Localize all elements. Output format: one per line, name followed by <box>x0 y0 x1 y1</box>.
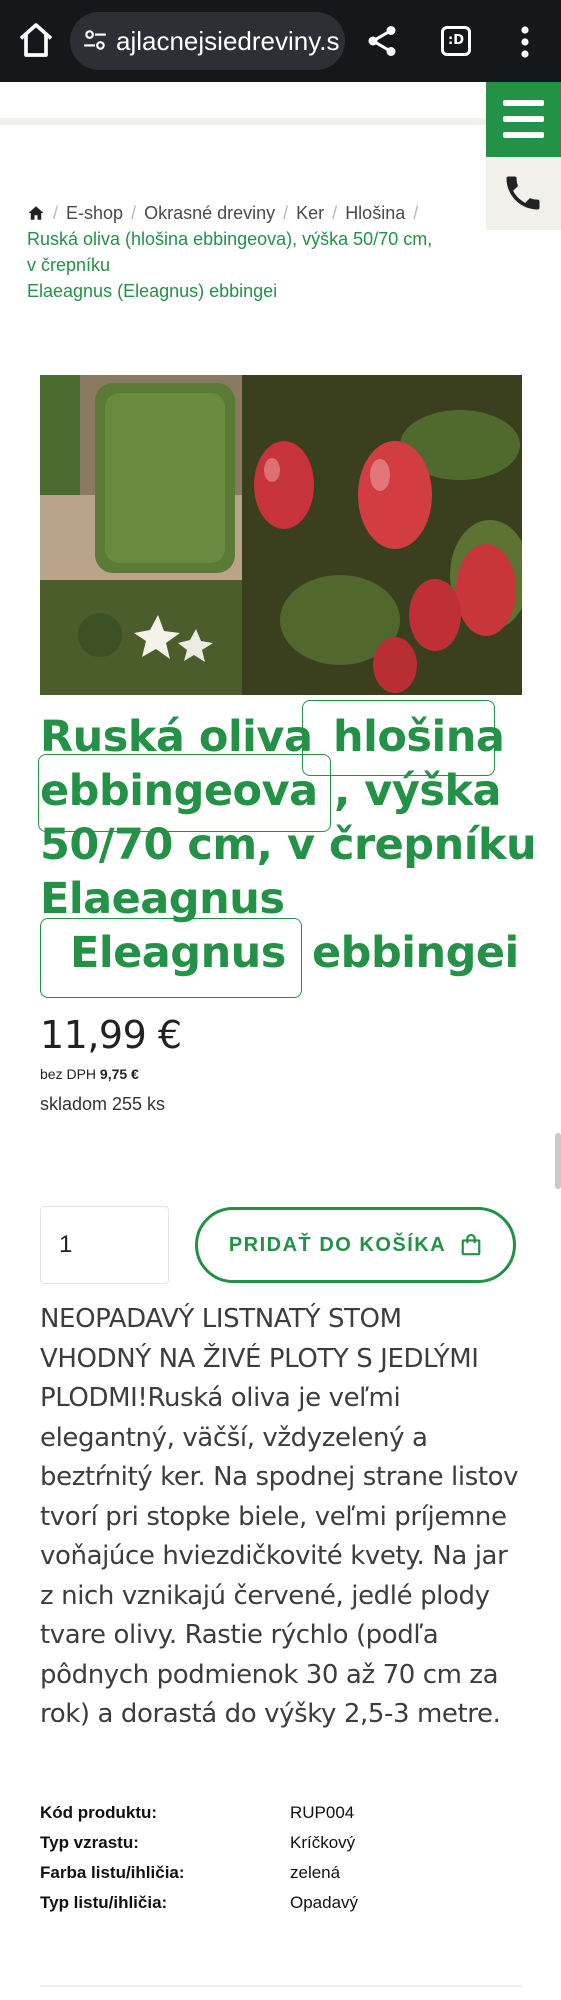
hamburger-icon <box>503 132 544 138</box>
breadcrumb-separator: / <box>413 203 419 223</box>
hamburger-icon <box>503 100 544 106</box>
add-to-cart-button[interactable]: PRIDAŤ DO KOŠÍKA <box>195 1207 516 1283</box>
price-without-vat: bez DPH 9,75 € <box>40 1066 139 1082</box>
site-header <box>0 82 561 122</box>
vat-price: 9,75 € <box>99 1066 139 1082</box>
title-text: 50/70 cm, v črepníku <box>40 820 537 870</box>
product-price: 11,99 € <box>40 1013 182 1057</box>
spec-row: Kód produktu: RUP004 <box>40 1798 520 1828</box>
spec-label: Typ vzrastu: <box>40 1833 139 1852</box>
phone-icon <box>506 176 540 210</box>
breadcrumb-item-eshop[interactable]: E-shop <box>66 200 123 226</box>
title-text: hlošina <box>333 712 505 762</box>
product-description: NEOPADAVÝ LISTNATÝ STOM VHODNÝ NA ŽIVÉ P… <box>40 1304 519 1729</box>
spec-row: Typ vzrastu: Kríčkový <box>40 1828 520 1858</box>
spec-row: Typ listu/ihličia: Opadavý <box>40 1888 520 1918</box>
url-text[interactable]: ajlacnejsiedreviny.sk <box>116 24 341 58</box>
title-text: Eleagnus <box>70 928 286 978</box>
title-text: , výška <box>334 766 502 816</box>
product-photo-collage <box>40 375 522 695</box>
home-icon[interactable] <box>16 20 56 60</box>
browser-toolbar: ajlacnejsiedreviny.sk :D <box>0 0 561 82</box>
breadcrumb-item-hlosina[interactable]: Hlošina <box>345 200 405 226</box>
product-title: Ruská oliva hlošina ebbingeova , výška 5… <box>38 700 540 998</box>
add-to-cart-label: PRIDAŤ DO KOŠÍKA <box>228 1233 447 1256</box>
spec-label: Kód produktu: <box>40 1803 158 1822</box>
home-icon[interactable] <box>27 204 45 222</box>
scrollbar[interactable] <box>555 1133 561 1189</box>
menu-button[interactable] <box>486 82 561 157</box>
more-vert-icon[interactable] <box>515 24 535 60</box>
quantity-input[interactable]: 1 <box>40 1206 169 1284</box>
spec-value: RUP004 <box>290 1803 355 1822</box>
tabs-icon[interactable]: :D <box>441 26 471 56</box>
breadcrumb-item-ker[interactable]: Ker <box>296 200 324 226</box>
title-text: ebbingei <box>312 928 519 978</box>
spec-row: Farba listu/ihličia: zelená <box>40 1858 520 1888</box>
phone-button[interactable] <box>486 157 561 230</box>
site-settings-icon[interactable] <box>82 27 108 53</box>
breadcrumb: / E-shop / Okrasné dreviny / Ker / Hloši… <box>27 200 467 304</box>
spec-label: Typ listu/ihličia: <box>40 1893 168 1912</box>
breadcrumb-separator: / <box>283 203 289 223</box>
shopping-bag-icon <box>461 1233 481 1256</box>
product-specs: Kód produktu: RUP004 Typ vzrastu: Kríčko… <box>40 1798 520 1918</box>
section-divider <box>40 1985 522 1987</box>
spec-label: Farba listu/ihličia: <box>40 1863 185 1882</box>
hamburger-icon <box>503 116 544 122</box>
spec-value: Opadavý <box>290 1893 359 1912</box>
breadcrumb-separator: / <box>53 203 59 223</box>
breadcrumb-current: Ruská oliva (hlošina ebbingeova), výška … <box>27 229 433 249</box>
breadcrumb-current: v črepníku <box>27 255 111 275</box>
spec-value: Kríčkový <box>290 1833 356 1852</box>
spec-value: zelená <box>290 1863 341 1882</box>
breadcrumb-current: Elaeagnus (Eleagnus) ebbingei <box>27 281 278 301</box>
share-icon[interactable] <box>364 22 400 60</box>
breadcrumb-separator: / <box>131 203 137 223</box>
stock-status: skladom 255 ks <box>40 1094 166 1114</box>
breadcrumb-separator: / <box>332 203 338 223</box>
vat-label: bez DPH <box>40 1066 97 1082</box>
breadcrumb-item-okrasne-dreviny[interactable]: Okrasné dreviny <box>144 200 275 226</box>
product-photo[interactable] <box>40 375 522 695</box>
header-divider <box>0 118 486 125</box>
